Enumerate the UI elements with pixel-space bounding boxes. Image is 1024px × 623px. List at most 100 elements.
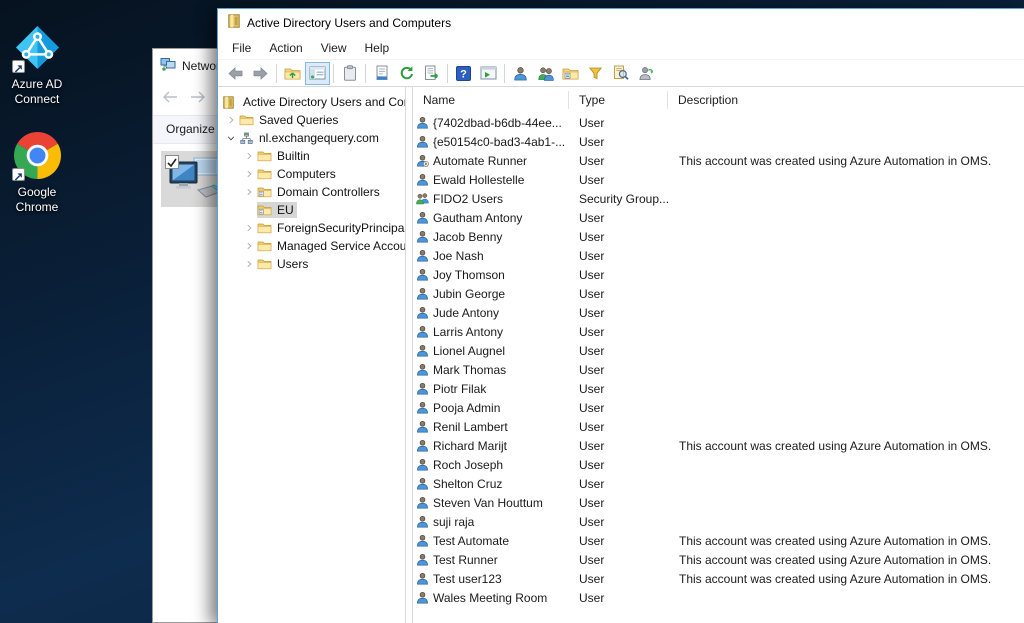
object-type: User — [569, 363, 668, 377]
forward-icon[interactable] — [248, 62, 273, 85]
person-task-icon[interactable] — [633, 62, 658, 85]
column-header-type[interactable]: Type — [569, 91, 668, 109]
export-list-icon[interactable] — [419, 62, 444, 85]
column-header-description[interactable]: Description — [668, 91, 1024, 109]
tree-item-label: Active Directory Users and Com — [240, 94, 405, 110]
list-row[interactable]: {7402dbad-b6db-44ee...User — [413, 113, 1024, 132]
titlebar[interactable]: Active Directory Users and Computers — [218, 9, 1024, 37]
column-header-name[interactable]: Name — [413, 91, 569, 109]
chevron-right-icon[interactable] — [223, 115, 239, 125]
object-type: User — [569, 268, 668, 282]
desktop-icon-google-chrome[interactable]: Google Chrome — [0, 132, 74, 215]
user-icon — [416, 230, 430, 244]
desktop-icon-label: Azure AD Connect — [0, 77, 74, 107]
menu-action[interactable]: Action — [260, 39, 311, 57]
object-type: User — [569, 211, 668, 225]
list-row[interactable]: Jude AntonyUser — [413, 303, 1024, 322]
list-row[interactable]: Lionel AugnelUser — [413, 341, 1024, 360]
user-icon — [416, 116, 430, 130]
properties-icon[interactable] — [369, 62, 394, 85]
tree-item-users[interactable]: Users — [218, 255, 405, 273]
tree-item-eu[interactable]: EU — [218, 201, 405, 219]
chevron-right-icon[interactable] — [241, 151, 257, 161]
list-row[interactable]: Piotr FilakUser — [413, 379, 1024, 398]
user-icon — [416, 325, 430, 339]
chevron-right-icon[interactable] — [241, 169, 257, 179]
forward-arrow-icon[interactable] — [190, 90, 206, 107]
object-name: Lionel Augnel — [433, 344, 505, 358]
tree-item-domain-controllers[interactable]: Domain Controllers — [218, 183, 405, 201]
list-row[interactable]: Test user123UserThis account was created… — [413, 569, 1024, 588]
list-row[interactable]: Pooja AdminUser — [413, 398, 1024, 417]
user-icon — [416, 401, 430, 415]
chevron-right-icon[interactable] — [241, 223, 257, 233]
chevron-right-icon[interactable] — [241, 241, 257, 251]
new-user-icon[interactable] — [508, 62, 533, 85]
back-arrow-icon[interactable] — [162, 90, 178, 107]
back-icon[interactable] — [223, 62, 248, 85]
list-row[interactable]: FIDO2 UsersSecurity Group... — [413, 189, 1024, 208]
list-row[interactable]: Joy Thomson User — [413, 265, 1024, 284]
list-row[interactable]: Steven Van HouttumUser — [413, 493, 1024, 512]
list-row[interactable]: Test AutomateUserThis account was create… — [413, 531, 1024, 550]
up-level-icon[interactable] — [280, 62, 305, 85]
new-group-icon[interactable] — [533, 62, 558, 85]
object-name: Joy Thomson — [433, 268, 505, 282]
object-type: User — [569, 173, 668, 187]
tree-item-active-directory-users-and-com[interactable]: Active Directory Users and Com — [218, 93, 405, 111]
list-row[interactable]: Mark ThomasUser — [413, 360, 1024, 379]
tree-item-managed-service-accoun[interactable]: Managed Service Accoun — [218, 237, 405, 255]
tree-item-saved-queries[interactable]: Saved Queries — [218, 111, 405, 129]
chevron-right-icon[interactable] — [241, 259, 257, 269]
help-icon[interactable]: ? — [451, 62, 476, 85]
object-list-pane: NameTypeDescription {7402dbad-b6db-44ee.… — [413, 87, 1024, 623]
menu-file[interactable]: File — [223, 39, 260, 57]
list-row[interactable]: Automate RunnerUserThis account was crea… — [413, 151, 1024, 170]
menu-help[interactable]: Help — [356, 39, 399, 57]
show-window-icon[interactable] — [476, 62, 501, 85]
menu-view[interactable]: View — [312, 39, 356, 57]
list-row[interactable]: Jacob BennyUser — [413, 227, 1024, 246]
list-row[interactable]: Wales Meeting RoomUser — [413, 588, 1024, 607]
object-name: Jude Antony — [433, 306, 499, 320]
user-icon — [416, 496, 430, 510]
list-row[interactable]: Jubin GeorgeUser — [413, 284, 1024, 303]
list-row[interactable]: Richard MarijtUserThis account was creat… — [413, 436, 1024, 455]
user-icon — [416, 344, 430, 358]
user-icon — [416, 211, 430, 225]
tree-item-nl-exchangequery-com[interactable]: nl.exchangequery.com — [218, 129, 405, 147]
clipboard-icon[interactable] — [337, 62, 362, 85]
tree-item-builtin[interactable]: Builtin — [218, 147, 405, 165]
network-icon — [160, 57, 176, 74]
refresh-icon[interactable] — [394, 62, 419, 85]
object-name: Ewald Hollestelle — [433, 173, 524, 187]
chevron-right-icon[interactable] — [241, 187, 257, 197]
list-row[interactable]: Renil LambertUser — [413, 417, 1024, 436]
list-row[interactable]: Roch JosephUser — [413, 455, 1024, 474]
list-row[interactable]: Ewald Hollestelle User — [413, 170, 1024, 189]
ou-folder-icon — [257, 186, 274, 198]
tree-item-computers[interactable]: Computers — [218, 165, 405, 183]
desktop-icon-azure-ad-connect[interactable]: Azure AD Connect — [0, 24, 74, 107]
list-row[interactable]: Shelton CruzUser — [413, 474, 1024, 493]
list-row[interactable]: Gautham AntonyUser — [413, 208, 1024, 227]
pane-splitter[interactable] — [406, 87, 413, 623]
list-column-headers: NameTypeDescription — [413, 87, 1024, 113]
list-row[interactable]: Test RunnerUserThis account was created … — [413, 550, 1024, 569]
list-row[interactable]: {e50154c0-bad3-4ab1-...User — [413, 132, 1024, 151]
find-icon[interactable] — [608, 62, 633, 85]
toolbar-separator — [276, 64, 277, 83]
list-rows: {7402dbad-b6db-44ee...User{e50154c0-bad3… — [413, 113, 1024, 607]
object-type: Security Group... — [569, 192, 668, 206]
list-row[interactable]: suji rajaUser — [413, 512, 1024, 531]
checkbox-icon[interactable] — [165, 155, 179, 169]
list-row[interactable]: Joe NashUser — [413, 246, 1024, 265]
chevron-down-icon[interactable] — [223, 133, 239, 143]
tree-item-label: ForeignSecurityPrincipals — [274, 220, 405, 236]
new-ou-icon[interactable] — [558, 62, 583, 85]
list-row[interactable]: Larris AntonyUser — [413, 322, 1024, 341]
object-type: User — [569, 135, 668, 149]
tree-item-foreignsecurityprincipals[interactable]: ForeignSecurityPrincipals — [218, 219, 405, 237]
filter-icon[interactable] — [583, 62, 608, 85]
console-tree-icon[interactable] — [305, 62, 330, 85]
